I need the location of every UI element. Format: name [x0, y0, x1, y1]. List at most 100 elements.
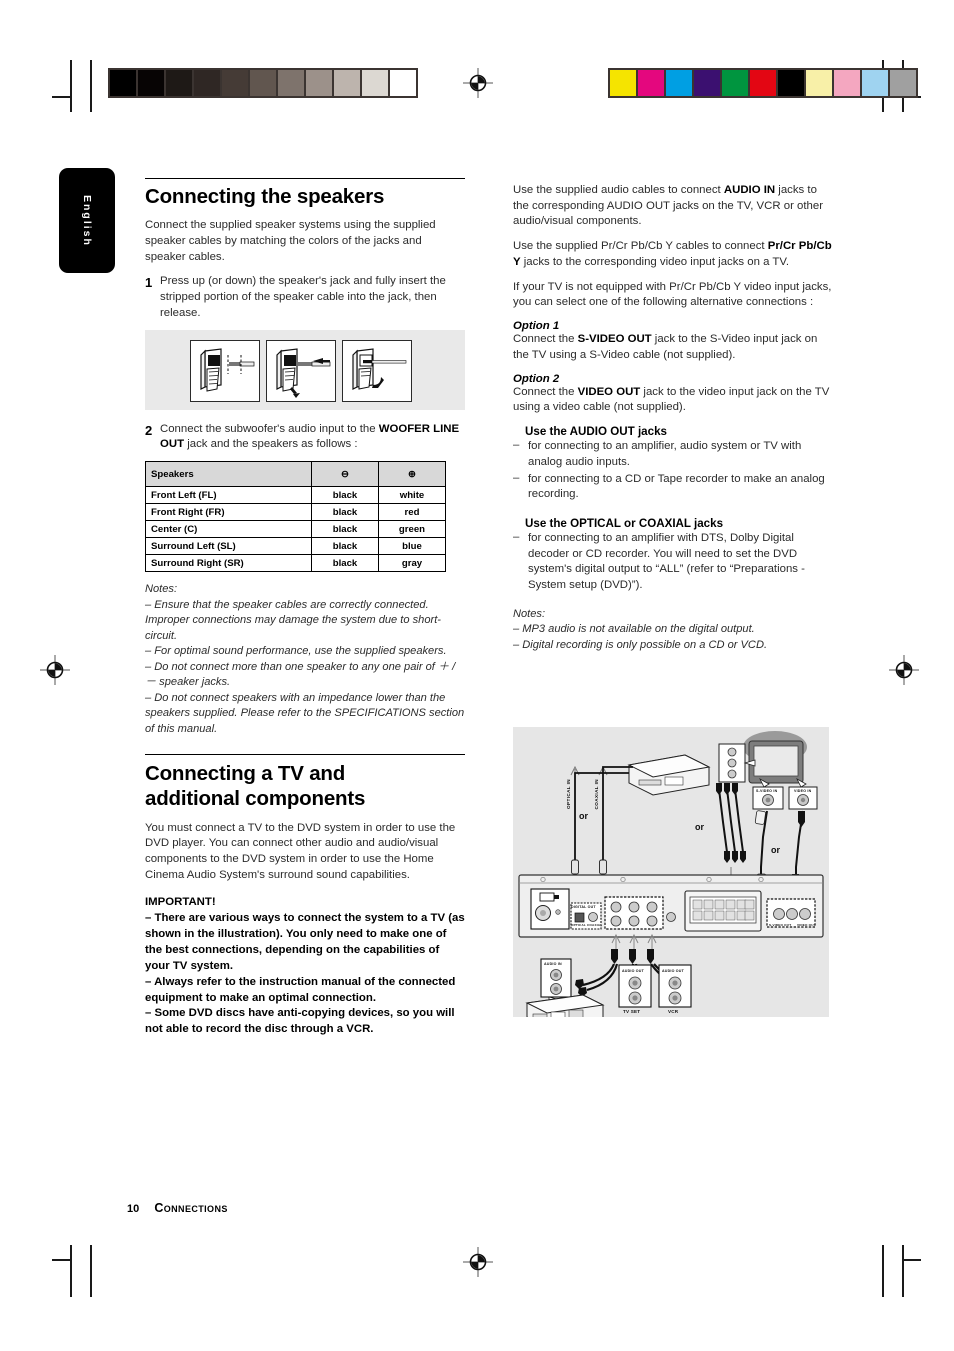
- footer-section-label: Connections: [154, 1201, 228, 1215]
- color-calibration-bar: [608, 68, 918, 98]
- diagram-label-video-in: VIDEO IN: [794, 789, 812, 793]
- color-swatch-5: [750, 70, 778, 96]
- component-video-paragraph: Use the supplied Pr/Cr Pb/Cb Y cables to…: [513, 239, 833, 270]
- table-row: Front Right (FR) black red: [145, 503, 446, 522]
- step-2: 2 Connect the subwoofer's audio input to…: [145, 422, 465, 453]
- speaker-name-cell: Surround Right (SR): [145, 554, 312, 573]
- diagram-label-vcr: VCR: [668, 1009, 679, 1014]
- page-title-connecting-tv: Connecting a TV and additional component…: [145, 755, 465, 810]
- color-swatch-3: [194, 70, 222, 96]
- page-title-connecting-speakers: Connecting the speakers: [145, 185, 385, 208]
- option-2-text-a: Connect the: [513, 385, 578, 398]
- optical-heading-a: Use the: [525, 517, 571, 531]
- negative-color-cell: black: [311, 554, 379, 573]
- audio-out-item-2-text: for connecting to a CD or Tape recorder …: [528, 472, 825, 501]
- registration-mark-bottom: [463, 1247, 493, 1277]
- color-swatch-4: [222, 70, 250, 96]
- optical-item-1-text: for connecting to an amplifier with DTS,…: [528, 532, 805, 592]
- step-1-text: Press up (or down) the speaker's jack an…: [160, 275, 446, 319]
- step-1-number: 1: [145, 275, 153, 291]
- color-swatch-7: [306, 70, 334, 96]
- color-swatch-0: [610, 70, 638, 96]
- option-2-label: Option 2: [513, 372, 560, 385]
- diagram-label-coaxial-in: COAXIAL IN: [594, 779, 599, 810]
- positive-color-cell: red: [378, 503, 446, 522]
- crop-mark-bl-h: [52, 1259, 71, 1261]
- speaker-note-1: – Ensure that the speaker cables are cor…: [145, 598, 441, 642]
- table-row: Front Left (FL) black white: [145, 486, 446, 505]
- important-item-2: – Always refer to the instruction manual…: [145, 975, 456, 1004]
- color-swatch-1: [638, 70, 666, 96]
- positive-color-cell: gray: [378, 554, 446, 573]
- diagram-label-optical-coaxial: OPTICAL COAXIAL: [571, 923, 603, 927]
- speaker-note-3: – Do not connect more than one speaker t…: [145, 660, 456, 689]
- tv-intro-paragraph: You must connect a TV to the DVD system …: [145, 821, 456, 881]
- important-item-1: – There are various ways to connect the …: [145, 911, 465, 972]
- alternative-connections-paragraph: If your TV is not equipped with Pr/Cr Pb…: [513, 280, 832, 309]
- registration-mark-right: [889, 655, 919, 685]
- negative-color-cell: black: [311, 503, 379, 522]
- diagram-label-audio-in: AUDIO IN: [544, 962, 562, 966]
- component-text-a: Use the supplied Pr/Cr Pb/Cb Y cables to…: [513, 240, 768, 253]
- option-1-label: Option 1: [513, 320, 560, 333]
- registration-mark-left: [40, 655, 70, 685]
- audio-out-heading-b: jacks: [634, 425, 667, 439]
- component-text-b: jacks to the corresponding video input j…: [520, 255, 790, 268]
- s-video-out-label: S-VIDEO OUT: [577, 333, 652, 346]
- table-header-row: Speakers ⊖ ⊕: [145, 461, 446, 488]
- audio-in-paragraph: Use the supplied audio cables to connect…: [513, 183, 833, 230]
- table-header-plus-icon: ⊕: [378, 461, 446, 488]
- positive-color-cell: white: [378, 486, 446, 505]
- table-row: Center (C) black green: [145, 520, 446, 539]
- color-swatch-9: [362, 70, 390, 96]
- jack-illustration-panel-1: [190, 339, 260, 402]
- speaker-name-cell: Front Right (FR): [145, 503, 312, 522]
- jack-illustration-panel-2: [266, 339, 336, 402]
- option-1-text-a: Connect the: [513, 333, 578, 346]
- option-1-paragraph: Connect the S-VIDEO OUT jack to the S-Vi…: [513, 332, 833, 363]
- diagram-label-s-video-in: S-VIDEO IN: [756, 789, 778, 793]
- step-2-text-b: jack and the speakers as follows :: [184, 438, 358, 451]
- footer-page-number: 10: [127, 1203, 140, 1215]
- positive-color-cell: blue: [378, 537, 446, 556]
- audio-out-heading: Use the AUDIO OUT jacks: [525, 425, 833, 438]
- video-out-label: VIDEO OUT: [577, 385, 641, 398]
- speaker-note-2: – For optimal sound performance, use the…: [145, 645, 447, 658]
- diagram-label-video-out: VIDEO OUT: [797, 923, 816, 927]
- crop-mark-tl-v: [70, 60, 72, 112]
- table-row: Surround Left (SL) black blue: [145, 537, 446, 556]
- digital-notes: Notes: – MP3 audio is not available on t…: [513, 607, 833, 654]
- speaker-color-table: Speakers ⊖ ⊕ Front Left (FL) black white Fr…: [145, 461, 446, 573]
- diagram-label-optical-in: OPTICAL IN: [566, 779, 571, 809]
- dash-marker: –: [513, 471, 520, 484]
- audio-in-text-a: Use the supplied audio cables to connect: [513, 184, 724, 196]
- crop-mark-tl2-v: [90, 60, 92, 112]
- color-swatch-8: [834, 70, 862, 96]
- speakers-intro-paragraph: Connect the supplied speaker systems usi…: [145, 219, 436, 263]
- speaker-jack-illustration: [145, 329, 465, 410]
- diagram-or-3: or: [771, 845, 780, 855]
- digital-notes-label: Notes:: [513, 607, 546, 620]
- color-swatch-4: [722, 70, 750, 96]
- audio-out-heading-a: Use the: [525, 425, 570, 439]
- positive-color-cell: green: [378, 520, 446, 539]
- grayscale-calibration-bar: [108, 68, 418, 98]
- color-swatch-5: [250, 70, 278, 96]
- optical-item-1: – for connecting to an amplifier with DT…: [513, 531, 833, 594]
- step-2-text-a: Connect the subwoofer's audio input to t…: [160, 422, 379, 435]
- important-label: IMPORTANT!: [145, 895, 216, 908]
- right-column: Use the supplied audio cables to connect…: [513, 183, 833, 654]
- diagram-or-2: or: [695, 822, 704, 832]
- speaker-name-cell: Center (C): [145, 520, 312, 539]
- connection-diagram: OPTICAL IN COAXIAL IN or or or S-VIDEO I…: [513, 727, 829, 1028]
- digital-note-2: – Digital recording is only possible on …: [513, 639, 768, 652]
- color-swatch-1: [138, 70, 166, 96]
- audio-out-item-2: – for connecting to a CD or Tape recorde…: [513, 472, 833, 503]
- language-tab-label: English: [81, 194, 93, 247]
- table-header-speakers: Speakers: [145, 461, 312, 488]
- important-item-3: – Some DVD discs have anti-copying devic…: [145, 1007, 455, 1036]
- color-swatch-3: [694, 70, 722, 96]
- color-swatch-6: [778, 70, 806, 96]
- diagram-or-1: or: [579, 811, 588, 821]
- digital-note-1: – MP3 audio is not available on the digi…: [513, 623, 755, 636]
